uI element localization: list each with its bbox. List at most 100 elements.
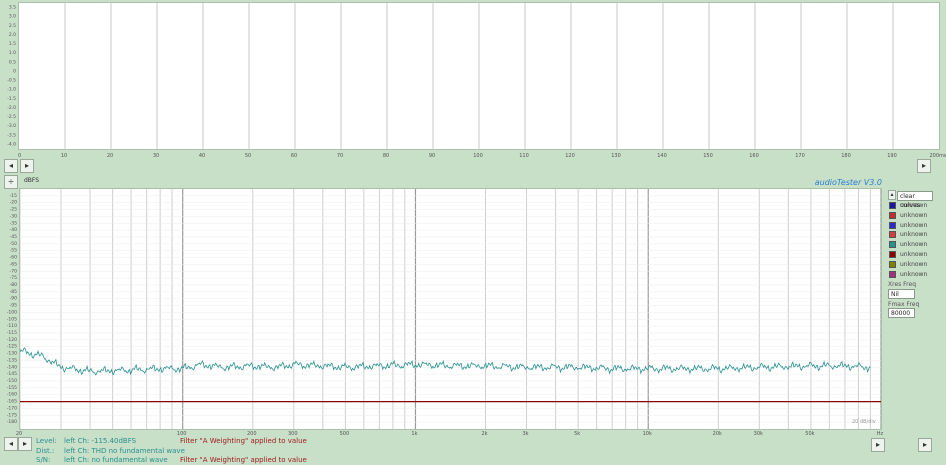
spectrum-y-tick-label: -70 xyxy=(10,268,17,274)
legend-up-button[interactable]: ▴ xyxy=(888,190,896,200)
time-y-tick-label: -3.0 xyxy=(7,123,16,129)
legend-item[interactable]: unknown xyxy=(889,201,927,210)
time-y-tick-label: -2.0 xyxy=(7,105,16,111)
legend-label: unknown xyxy=(900,202,928,209)
time-x-tick-label: 70 xyxy=(337,153,343,159)
spectrum-y-tick-label: -20 xyxy=(10,200,17,206)
status-left-button[interactable]: ◂ xyxy=(4,437,18,451)
spectrum-x-axis: 20 100 200 300 500 1k 2k 3k 5k 10k 20k 30k 50k Hz xyxy=(16,431,884,437)
spectrum-y-tick-label: -175 xyxy=(7,412,17,418)
time-y-tick-label: 1.0 xyxy=(9,50,16,56)
spectrum-y-tick-label: -125 xyxy=(7,344,17,350)
spectrum-y-tick-label: -160 xyxy=(7,392,17,398)
spectrum-y-tick-label: -60 xyxy=(10,255,17,261)
status-sn-label: S/N: xyxy=(36,456,51,464)
spectrum-y-tick-label: -105 xyxy=(7,316,17,322)
time-x-tick-label: 110 xyxy=(519,153,529,159)
time-x-tick-label: 30 xyxy=(153,153,159,159)
legend-item[interactable]: unknown xyxy=(889,260,927,269)
time-y-tick-label: 2.5 xyxy=(9,23,16,29)
spectrum-trace xyxy=(20,347,871,376)
xres-value: Nil xyxy=(891,291,899,298)
spectrum-right-button[interactable]: ▸ xyxy=(918,438,932,452)
spectrum-scale-stepper[interactable]: ÷ xyxy=(4,175,18,189)
status-dist-text: left Ch: THD no fundamental wave xyxy=(64,447,185,455)
spectrum-y-tick-label: -40 xyxy=(10,227,17,233)
time-domain-plot xyxy=(18,2,940,150)
legend-label: unknown xyxy=(900,251,928,258)
legend-swatch xyxy=(889,270,896,278)
legend-item[interactable]: unknown xyxy=(889,211,927,220)
time-x-tick-label: 10 xyxy=(61,153,67,159)
time-x-tick-label: 20 xyxy=(107,153,113,159)
time-zoom-button[interactable]: ▸ xyxy=(917,159,931,173)
time-x-tick-label: 190 xyxy=(887,153,897,159)
time-y-tick-label: -3.5 xyxy=(7,132,16,138)
legend-item[interactable]: unknown xyxy=(889,221,927,230)
legend-label: unknown xyxy=(900,221,928,229)
spectrum-y-tick-label: -110 xyxy=(7,323,17,329)
spectrum-extra-button[interactable]: ▸ xyxy=(871,438,885,452)
time-x-tick-label: 40 xyxy=(199,153,205,159)
status-sn-text: left Ch: no fundamental wave xyxy=(64,456,168,464)
status-right-button[interactable]: ▸ xyxy=(18,437,32,451)
spectrum-y-tick-label: -25 xyxy=(10,207,17,213)
spectrum-x-tick-label: 2k xyxy=(481,431,487,437)
time-y-tick-label: -2.5 xyxy=(7,114,16,120)
legend-label: unknown xyxy=(900,211,928,219)
spectrum-y-tick-label: -130 xyxy=(7,351,17,357)
legend-item[interactable]: unknown xyxy=(889,270,927,279)
spectrum-x-tick-label: 3k xyxy=(522,431,528,437)
time-y-tick-label: -1.5 xyxy=(7,96,16,102)
legend-swatch xyxy=(889,251,896,258)
spectrum-y-tick-label: -90 xyxy=(10,296,17,302)
spectrum-y-tick-label: -115 xyxy=(7,330,17,336)
spectrum-y-tick-label: -85 xyxy=(10,289,17,295)
time-x-tick-label: 170 xyxy=(795,153,805,159)
spectrum-y-tick-label: -170 xyxy=(7,405,17,411)
spectrum-y-tick-label: -95 xyxy=(10,303,17,309)
time-scroll-right-button[interactable]: ▸ xyxy=(20,159,34,173)
spectrum-y-axis: -15-20-25-30-35-40-45-50-55-60-65-70-75-… xyxy=(7,193,17,425)
spectrum-x-tick-label: 10k xyxy=(643,431,652,437)
spectrum-y-tick-label: -55 xyxy=(10,248,17,254)
fmax-label: Fmax Freq xyxy=(888,301,920,308)
legend-swatch xyxy=(889,260,896,268)
legend-item[interactable]: unknown xyxy=(889,240,927,249)
time-x-tick-label: 130 xyxy=(611,153,621,159)
spectrum-x-tick-label: 500 xyxy=(340,431,350,437)
spectrum-y-tick-label: -30 xyxy=(10,213,17,219)
time-y-tick-label: 3.5 xyxy=(9,5,16,11)
time-x-tick-label: 80 xyxy=(383,153,389,159)
spectrum-y-tick-label: -80 xyxy=(10,282,17,288)
time-scroll-left-button[interactable]: ◂ xyxy=(4,159,18,173)
legend-label: unknown xyxy=(900,260,928,268)
fmax-value: 80000 xyxy=(891,310,911,317)
spectrum-y-tick-label: -180 xyxy=(7,419,17,425)
fmax-input[interactable]: 80000 xyxy=(888,308,915,318)
legend-swatch xyxy=(889,221,896,229)
legend-item[interactable]: unknown xyxy=(889,230,927,239)
status-dist-label: Dist.: xyxy=(36,447,55,455)
clear-curves-dropdown[interactable]: clear curves xyxy=(897,191,933,209)
spectrum-x-tick-label: Hz xyxy=(877,431,884,437)
spectrum-x-tick-label: 20k xyxy=(713,431,722,437)
spectrum-y-tick-label: -120 xyxy=(7,337,17,343)
legend-swatch xyxy=(889,241,896,249)
legend-item[interactable]: unknown xyxy=(889,250,927,259)
status-level-text: left Ch: -115.40dBFS xyxy=(64,437,137,445)
spectrum-scale-label: dBFS xyxy=(24,177,40,184)
xres-label: Xres Freq xyxy=(888,281,917,288)
time-y-tick-label: 1.5 xyxy=(9,41,16,47)
xres-input[interactable]: Nil xyxy=(888,289,915,299)
spectrum-y-tick-label: -75 xyxy=(10,275,17,281)
status-level-filter: Filter "A Weighting" applied to value xyxy=(180,437,307,445)
time-x-tick-label: 90 xyxy=(429,153,435,159)
time-x-tick-label: 200ms xyxy=(929,153,946,159)
time-x-tick-label: 120 xyxy=(565,153,575,159)
time-y-tick-label: -1.0 xyxy=(7,87,16,93)
time-y-tick-label: -4.0 xyxy=(7,141,16,147)
time-y-axis: 3.5 3.0 2.5 2.0 1.5 1.0 0.5 0 -0.5 -1.0 -1.5 -2.0 -2… xyxy=(0,0,18,150)
spectrum-y-tick-label: -100 xyxy=(7,309,17,315)
time-x-tick-label: 150 xyxy=(703,153,713,159)
